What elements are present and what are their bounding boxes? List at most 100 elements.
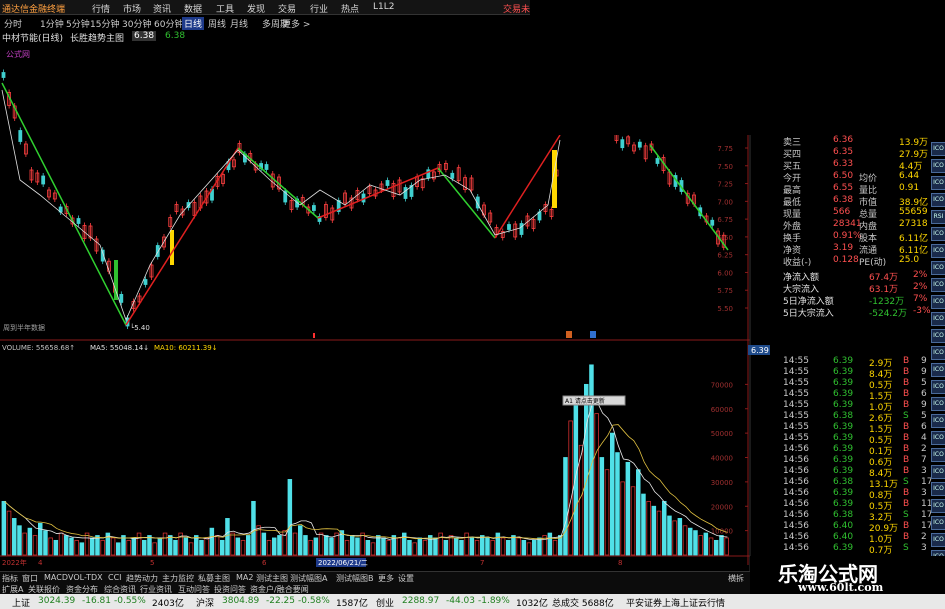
side-tool-icon[interactable]: ICO: [931, 329, 945, 343]
split-button[interactable]: 横拆: [728, 573, 744, 584]
indicator-tab[interactable]: 指标: [2, 573, 18, 584]
volume-bar: [448, 535, 454, 556]
period-tab[interactable]: 15分钟: [90, 17, 119, 30]
volume-bar: [688, 527, 693, 556]
quote-value: 6.50: [833, 171, 854, 181]
tick-price: 6.40: [833, 521, 854, 531]
menu-item[interactable]: 热点: [341, 2, 359, 15]
tick-count: 5: [921, 378, 927, 388]
menu-item[interactable]: L1L2: [373, 2, 394, 12]
indicator-tab[interactable]: MA2: [236, 573, 253, 582]
side-tool-icon[interactable]: ICO: [931, 312, 945, 326]
tick-side: B: [903, 389, 910, 399]
side-tool-icon[interactable]: ICO: [931, 465, 945, 479]
side-tool-icon[interactable]: ICO: [931, 142, 945, 156]
candle-body: [119, 293, 124, 303]
info-tab[interactable]: 资金分布: [66, 584, 98, 595]
side-tool-icon[interactable]: ICO: [931, 363, 945, 377]
info-tab[interactable]: 互动问答: [178, 584, 210, 595]
volume-bar: [147, 535, 152, 556]
candle-body: [507, 224, 511, 230]
candle-body: [655, 158, 660, 164]
volume-bar: [245, 535, 251, 556]
side-tool-icon[interactable]: ICO: [931, 295, 945, 309]
side-tool-icon[interactable]: ICO: [931, 193, 945, 207]
side-tool-icon[interactable]: ICO: [931, 244, 945, 258]
volume-bar: [349, 535, 355, 556]
price-tick-label: 7.00: [717, 198, 733, 206]
indicator-tab[interactable]: 更多: [378, 573, 394, 584]
info-tab[interactable]: 综合资讯: [104, 584, 136, 595]
side-tool-icon[interactable]: ICO: [931, 516, 945, 530]
quote-row: 外盘 28341 内盘 27318: [751, 219, 931, 232]
indicator-tab[interactable]: VOL-TDX: [68, 573, 103, 582]
indicator-tab[interactable]: 窗口: [22, 573, 38, 584]
index-change: -16.81: [82, 596, 112, 606]
side-tool-icon[interactable]: ICO: [931, 499, 945, 513]
trade-button[interactable]: 交易未: [503, 2, 530, 15]
indicator-name[interactable]: 长胜趋势主图: [70, 31, 124, 44]
side-tool-icon[interactable]: ICO: [931, 380, 945, 394]
side-tool-icon[interactable]: ICO: [931, 261, 945, 275]
volume-bar: [22, 532, 27, 556]
volume-bar: [485, 537, 490, 556]
period-tab[interactable]: 分时: [4, 17, 22, 30]
tick-time: 14:55: [783, 378, 809, 388]
tick-price: 6.39: [833, 499, 854, 509]
period-tab[interactable]: 30分钟: [122, 17, 151, 30]
indicator-tab[interactable]: MACD: [44, 573, 68, 582]
indicator-tab[interactable]: 趋势动力: [126, 573, 158, 584]
info-tab[interactable]: 扩展A: [2, 584, 23, 595]
volume-bar: [360, 532, 365, 556]
side-tool-icon[interactable]: ICO: [931, 448, 945, 462]
indicator-tab[interactable]: 测试幅图A: [290, 573, 327, 584]
tick-price: 6.39: [833, 433, 854, 443]
period-tab[interactable]: 月线: [230, 17, 248, 30]
info-tab[interactable]: 投资问答: [214, 584, 246, 595]
side-tool-icon[interactable]: ICO: [931, 176, 945, 190]
quote-row: 净资 3.19 流通 6.11亿: [751, 243, 931, 256]
period-tab[interactable]: 1分钟: [40, 17, 64, 30]
period-tab[interactable]: 日线: [182, 17, 205, 30]
volume-bar: [599, 457, 605, 556]
info-tab[interactable]: 资金户/融合要闻: [250, 584, 309, 595]
side-tool-icon[interactable]: ICO: [931, 533, 945, 547]
menu-item[interactable]: 数据: [184, 2, 202, 15]
indicator-tab[interactable]: 设置: [398, 573, 414, 584]
info-tab[interactable]: 关联报价: [28, 584, 60, 595]
indicator-tab[interactable]: 主力监控: [162, 573, 194, 584]
menu-item[interactable]: 市场: [123, 2, 141, 15]
menu-item[interactable]: 资讯: [153, 2, 171, 15]
menu-item[interactable]: 交易: [278, 2, 296, 15]
indicator-tab[interactable]: 测试幅图B: [336, 573, 374, 584]
indicator-tab[interactable]: CCI: [108, 573, 122, 582]
side-tool-icon[interactable]: ICO: [931, 346, 945, 360]
side-tool-icon[interactable]: RSI: [931, 210, 945, 224]
volume-bar: [714, 539, 719, 556]
side-tool-icon[interactable]: ICO: [931, 431, 945, 445]
period-tab[interactable]: 周线: [208, 17, 226, 30]
fund-flow-row: 净流入额 67.4万 2%: [751, 270, 931, 283]
menu-item[interactable]: 发现: [247, 2, 265, 15]
volume-bar: [183, 537, 189, 556]
indicator-tab[interactable]: 测试主图: [256, 573, 288, 584]
news-ticker[interactable]: 平安证券上海上证云行情: [626, 596, 725, 609]
side-tool-icon[interactable]: ICO: [931, 227, 945, 241]
side-tool-icon[interactable]: ICO: [931, 414, 945, 428]
tick-time: 14:56: [783, 488, 809, 498]
menu-item[interactable]: 行情: [92, 2, 110, 15]
side-tool-icon[interactable]: ICO: [931, 278, 945, 292]
menu-item[interactable]: 工具: [216, 2, 234, 15]
menu-item[interactable]: 行业: [310, 2, 328, 15]
volume-label: VOLUME: 55658.68↑: [2, 344, 75, 352]
quote-value: 566: [833, 207, 851, 217]
side-tool-icon[interactable]: ICO: [931, 159, 945, 173]
info-tab[interactable]: 行业资讯: [140, 584, 172, 595]
side-tool-icon[interactable]: ICO: [931, 397, 945, 411]
period-tab[interactable]: 更多 >: [282, 17, 310, 30]
period-tab[interactable]: 60分钟: [154, 17, 183, 30]
tick-time: 14:55: [783, 411, 809, 421]
period-tab[interactable]: 5分钟: [66, 17, 90, 30]
side-tool-icon[interactable]: ICO: [931, 482, 945, 496]
indicator-tab[interactable]: 私募主图: [198, 573, 230, 584]
